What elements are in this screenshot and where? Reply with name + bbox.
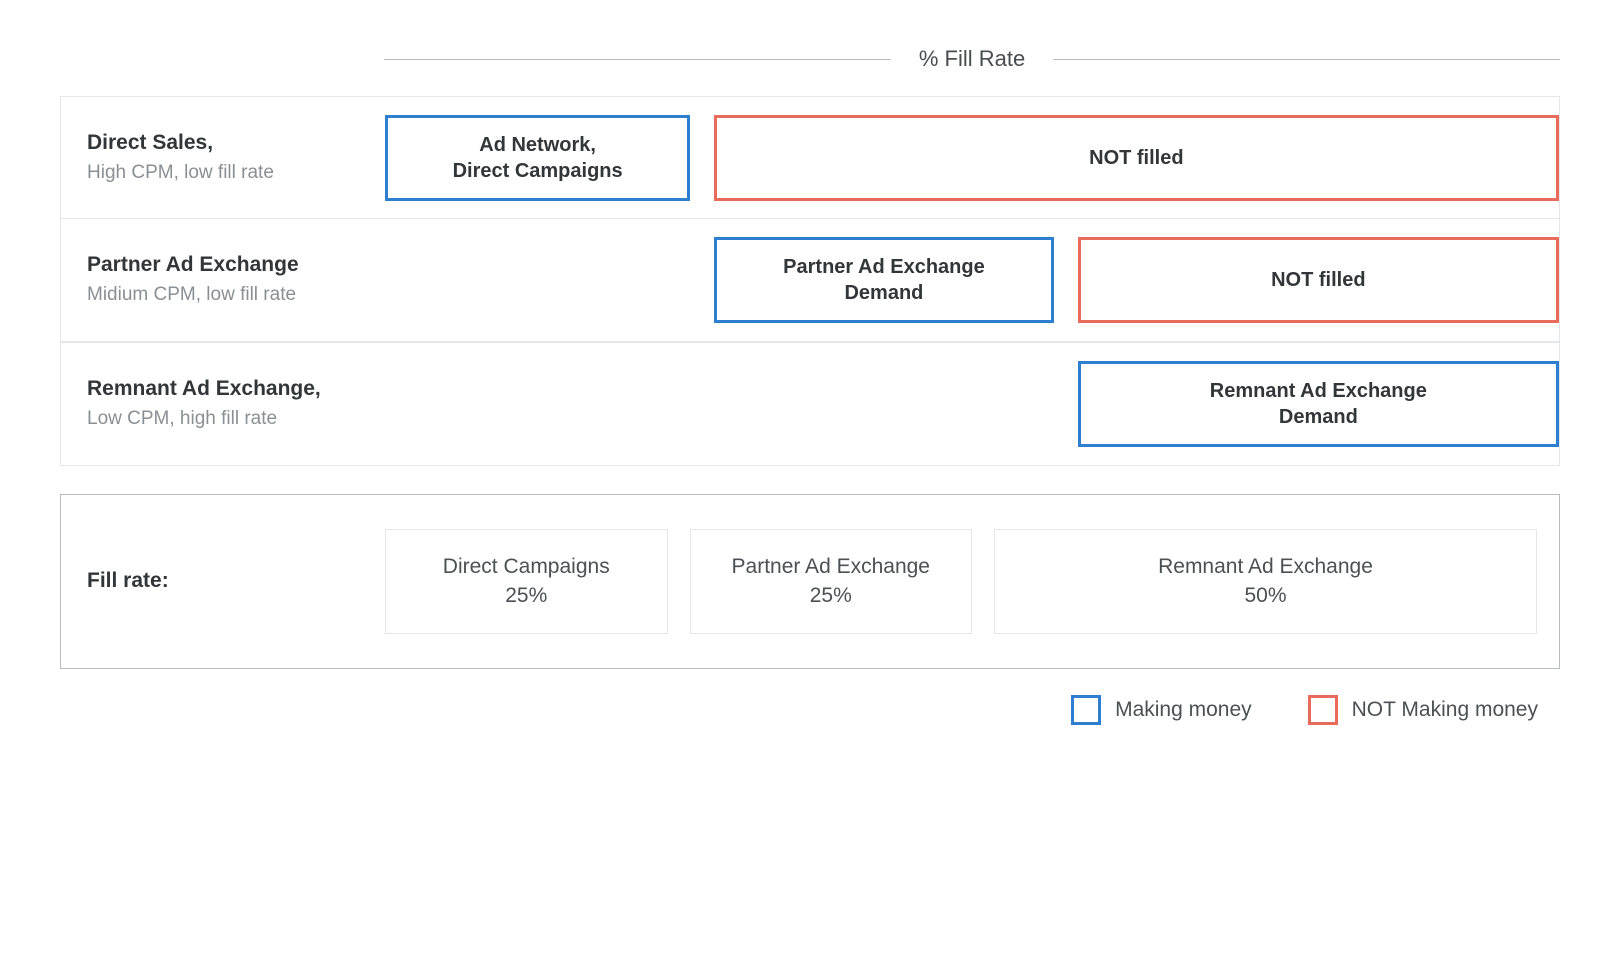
summary-cell-rate: 25% <box>396 581 657 610</box>
summary-cell-remnant: Remnant Ad Exchange 50% <box>994 529 1537 634</box>
filled-box: Remnant Ad ExchangeDemand <box>1078 361 1559 447</box>
tier-label: Partner Ad Exchange Midium CPM, low fill… <box>61 219 385 341</box>
tier-subtitle: Midium CPM, low fill rate <box>87 281 369 309</box>
summary-cell-name: Partner Ad Exchange <box>701 552 962 581</box>
tier-bar: Partner Ad ExchangeDemand NOT filled <box>385 219 1559 341</box>
unfilled-box: NOT filled <box>714 115 1559 201</box>
header: % Fill Rate <box>384 46 1560 72</box>
summary-cell-partner: Partner Ad Exchange 25% <box>690 529 973 634</box>
tier-label: Direct Sales, High CPM, low fill rate <box>61 97 385 219</box>
tier-bar: Ad Network,Direct Campaigns NOT filled <box>385 97 1559 219</box>
tier-title: Remnant Ad Exchange, <box>87 375 369 403</box>
summary-cell-name: Direct Campaigns <box>396 552 657 581</box>
summary-cell-rate: 25% <box>701 581 962 610</box>
legend-item-making-money: Making money <box>1071 695 1252 725</box>
tier-subtitle: Low CPM, high fill rate <box>87 405 369 433</box>
tier-title: Direct Sales, <box>87 129 369 157</box>
header-rule-right <box>1053 59 1560 60</box>
summary-cells: Direct Campaigns 25% Partner Ad Exchange… <box>385 529 1537 634</box>
filled-box: Partner Ad ExchangeDemand <box>714 237 1054 323</box>
legend-item-not-making-money: NOT Making money <box>1308 695 1538 725</box>
fill-rate-summary: Fill rate: Direct Campaigns 25% Partner … <box>60 494 1560 669</box>
tier-row-partner-exchange: Partner Ad Exchange Midium CPM, low fill… <box>60 218 1560 342</box>
header-rule-left <box>384 59 891 60</box>
unfilled-box: NOT filled <box>1078 237 1559 323</box>
legend-swatch-blue <box>1071 695 1101 725</box>
tier-row-remnant-exchange: Remnant Ad Exchange, Low CPM, high fill … <box>60 342 1560 466</box>
summary-cell-name: Remnant Ad Exchange <box>1005 552 1526 581</box>
summary-cell-direct: Direct Campaigns 25% <box>385 529 668 634</box>
header-label: % Fill Rate <box>891 46 1053 72</box>
tier-row-direct-sales: Direct Sales, High CPM, low fill rate Ad… <box>60 96 1560 220</box>
legend-label: Making money <box>1115 698 1252 722</box>
summary-label: Fill rate: <box>83 569 385 593</box>
diagram-root: % Fill Rate Direct Sales, High CPM, low … <box>0 0 1620 765</box>
legend-swatch-red <box>1308 695 1338 725</box>
tier-subtitle: High CPM, low fill rate <box>87 159 369 187</box>
legend-label: NOT Making money <box>1352 698 1538 722</box>
legend: Making money NOT Making money <box>60 695 1560 725</box>
tier-label: Remnant Ad Exchange, Low CPM, high fill … <box>61 343 385 465</box>
tier-title: Partner Ad Exchange <box>87 251 369 279</box>
filled-box: Ad Network,Direct Campaigns <box>385 115 690 201</box>
summary-cell-rate: 50% <box>1005 581 1526 610</box>
tier-bar: Remnant Ad ExchangeDemand <box>385 343 1559 465</box>
